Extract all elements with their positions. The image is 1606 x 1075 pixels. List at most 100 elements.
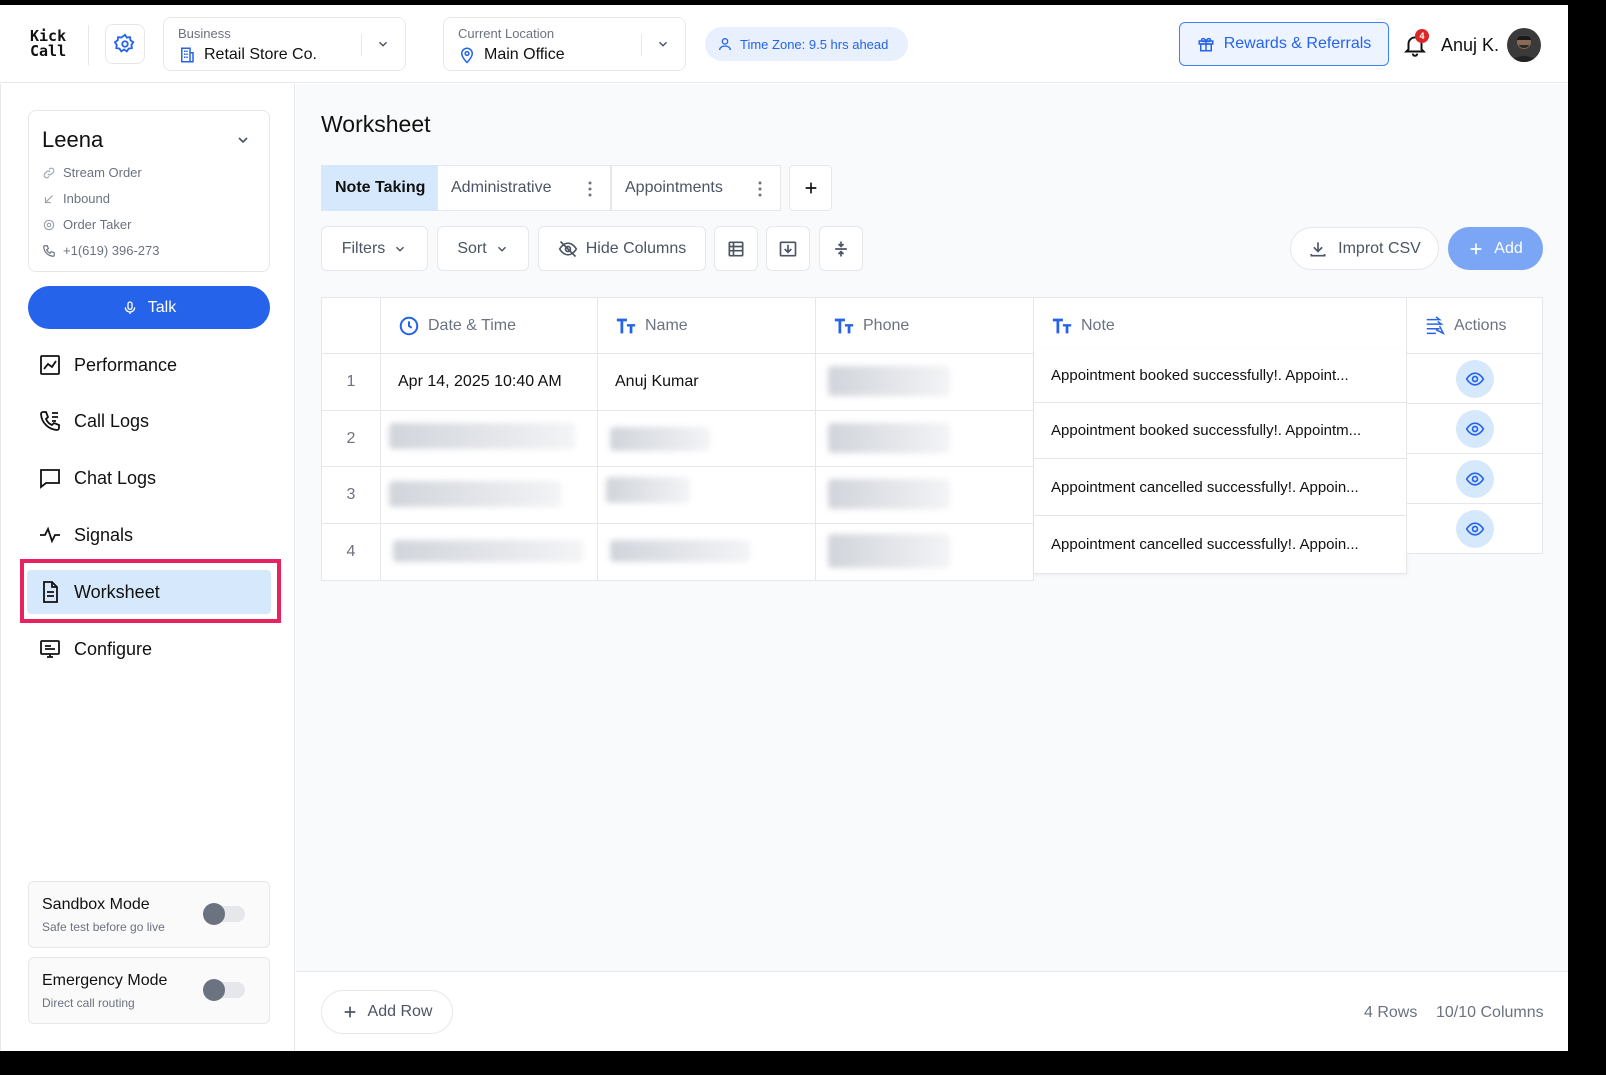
cell-actions [1407, 404, 1543, 454]
view-button[interactable] [1456, 360, 1494, 398]
sidebar-item-call-logs[interactable]: Call Logs [27, 399, 271, 443]
top-header: Kick Call Business Retail Store Co. Curr… [0, 5, 1568, 83]
tab-administrative[interactable]: Administrative [437, 165, 611, 211]
chart-icon [40, 355, 60, 375]
download-box-icon [779, 241, 797, 256]
cell-phone-redacted[interactable] [816, 524, 1034, 581]
view-button[interactable] [1456, 510, 1494, 548]
export-button[interactable] [766, 226, 810, 271]
microphone-icon [124, 300, 136, 314]
column-header-phone[interactable]: Phone [816, 297, 1034, 354]
cell-name[interactable]: Anuj Kumar [598, 354, 816, 411]
row-density-button[interactable] [714, 226, 758, 271]
cell-note[interactable]: Appointment booked successfully!. Appoin… [1034, 403, 1407, 459]
map-pin-icon [460, 47, 474, 64]
tab-note-taking[interactable]: Note Taking [321, 165, 437, 211]
plus-icon [805, 182, 816, 194]
add-tab-button[interactable] [789, 165, 832, 211]
chevron-down-icon [378, 41, 388, 47]
worksheet-table: Date & Time Name Phone Note Actions 1 Ap… [321, 297, 1543, 581]
view-button[interactable] [1456, 410, 1494, 448]
window-bottom-edge [0, 1051, 1606, 1075]
add-row-button[interactable]: Add Row [321, 990, 453, 1034]
download-icon [1310, 241, 1326, 256]
sidebar-item-signals[interactable]: Signals [27, 513, 271, 557]
location-selector[interactable]: Current Location Main Office [443, 17, 686, 71]
configure-icon [40, 640, 60, 658]
cell-phone-redacted[interactable] [816, 467, 1034, 524]
column-header-date[interactable]: Date & Time [381, 297, 598, 354]
avatar[interactable] [1507, 28, 1541, 62]
compact-rows-button[interactable] [819, 226, 863, 271]
talk-button[interactable]: Talk [28, 286, 270, 329]
cell-date-redacted[interactable] [381, 524, 598, 581]
agent-card[interactable]: Leena Stream Order Inbound Order Taker +… [28, 110, 270, 272]
eye-icon [1465, 422, 1485, 436]
hide-columns-button[interactable]: Hide Columns [538, 226, 706, 271]
cell-date-redacted[interactable] [381, 411, 598, 467]
building-icon [181, 47, 194, 63]
worksheet-highlight [20, 559, 281, 623]
collapse-vertical-icon [835, 241, 847, 256]
chevron-down-icon [497, 246, 506, 252]
filters-button[interactable]: Filters [321, 226, 428, 271]
chevron-down-icon[interactable] [235, 132, 251, 148]
row-number: 3 [321, 467, 381, 524]
column-header-note[interactable]: Note [1034, 297, 1407, 354]
row-number: 4 [321, 524, 381, 581]
more-vertical-icon[interactable] [758, 180, 762, 198]
sidebar: Leena Stream Order Inbound Order Taker +… [0, 84, 295, 1051]
sidebar-item-chat-logs[interactable]: Chat Logs [27, 456, 271, 500]
cell-name-redacted[interactable] [598, 524, 816, 581]
column-header-actions[interactable]: Actions [1407, 297, 1543, 354]
add-button[interactable]: Add [1448, 227, 1543, 270]
cell-name-redacted[interactable] [598, 411, 816, 467]
agent-meta-order: Stream Order [42, 165, 142, 180]
sandbox-mode-toggle[interactable] [203, 903, 245, 925]
columns-count: 10/10 Columns [1436, 1004, 1544, 1021]
user-name[interactable]: Anuj K. [1441, 35, 1499, 56]
sort-button[interactable]: Sort [437, 226, 529, 271]
chat-icon [40, 469, 60, 489]
header-divider [88, 25, 89, 65]
agent-meta-direction: Inbound [42, 191, 110, 206]
sidebar-item-performance[interactable]: Performance [27, 343, 271, 387]
kickcall-logo[interactable]: Kick Call [30, 29, 66, 59]
cell-phone-redacted[interactable] [816, 411, 1034, 467]
cell-actions [1407, 354, 1543, 404]
import-csv-button[interactable]: Improt CSV [1290, 227, 1439, 270]
gear-icon [43, 219, 55, 230]
page-title: Worksheet [321, 111, 431, 137]
plus-icon [1470, 243, 1482, 254]
business-selector[interactable]: Business Retail Store Co. [163, 17, 406, 71]
row-number-header [321, 297, 381, 354]
timezone-pill: Time Zone: 9.5 hrs ahead [705, 27, 908, 61]
chevron-down-icon [658, 41, 668, 47]
cell-note[interactable]: Appointment cancelled successfully!. App… [1034, 459, 1407, 516]
agent-meta-phone: +1(619) 396-273 [42, 243, 160, 258]
settings-button[interactable] [105, 24, 145, 64]
rewards-referrals-button[interactable]: Rewards & Referrals [1179, 22, 1389, 66]
more-vertical-icon[interactable] [588, 180, 592, 198]
gear-icon [114, 33, 135, 53]
emergency-mode-card: Emergency Mode Direct call routing [28, 957, 270, 1024]
table-rows-icon [728, 241, 744, 256]
text-type-icon [834, 318, 854, 333]
column-header-name[interactable]: Name [598, 297, 816, 354]
row-number: 1 [321, 354, 381, 411]
view-button[interactable] [1456, 460, 1494, 498]
eye-icon [1465, 472, 1485, 486]
user-icon [719, 38, 731, 51]
cell-name-redacted[interactable] [598, 467, 816, 524]
emergency-mode-toggle[interactable] [203, 979, 245, 1001]
sidebar-item-configure[interactable]: Configure [27, 627, 271, 671]
tab-appointments[interactable]: Appointments [611, 165, 781, 211]
cell-date[interactable]: Apr 14, 2025 10:40 AM [381, 354, 598, 411]
rows-count: 4 Rows [1364, 1004, 1418, 1021]
cell-date-redacted[interactable] [381, 467, 598, 524]
link-icon [43, 167, 55, 178]
cell-phone-redacted[interactable] [816, 354, 1034, 411]
cell-note[interactable]: Appointment cancelled successfully!. App… [1034, 516, 1407, 574]
cell-actions [1407, 504, 1543, 554]
cell-note[interactable]: Appointment booked successfully!. Appoin… [1034, 349, 1407, 403]
